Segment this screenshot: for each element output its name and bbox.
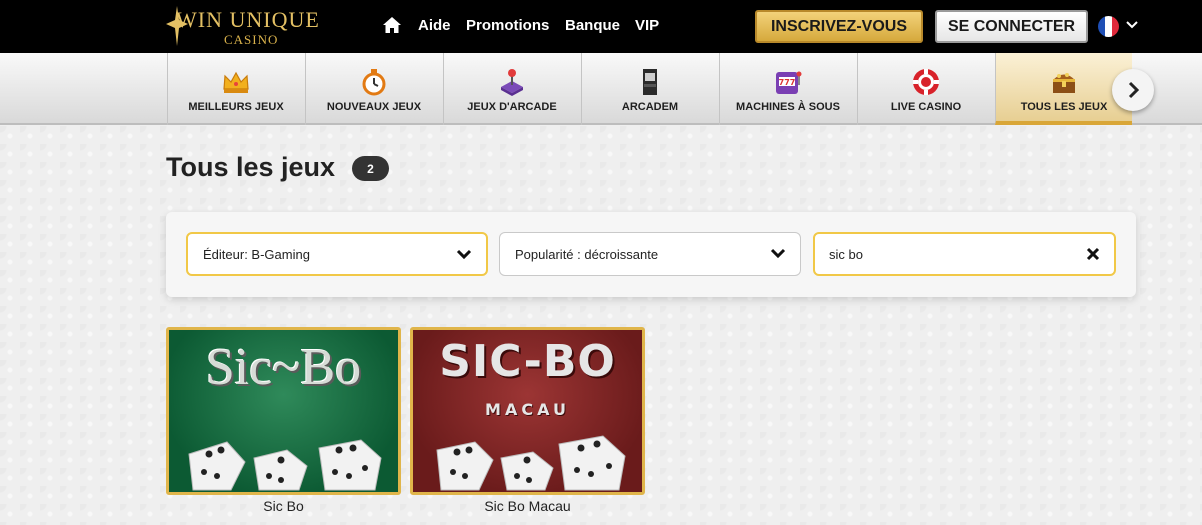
- category-live-casino[interactable]: LIVE CASINO: [857, 53, 994, 125]
- crown-icon: [223, 71, 249, 93]
- chevron-down-icon: [1126, 21, 1138, 29]
- language-selector[interactable]: [1098, 16, 1142, 38]
- slot-machine-icon: 777: [776, 71, 802, 94]
- home-icon[interactable]: [382, 15, 402, 35]
- game-card-sic-bo[interactable]: Sic~Bo Sic Bo: [166, 327, 401, 514]
- provider-filter-value: Éditeur: B-Gaming: [203, 246, 310, 262]
- game-title[interactable]: Sic Bo Macau: [410, 498, 645, 514]
- page-title: Tous les jeux: [166, 152, 336, 182]
- sort-select[interactable]: Popularité : décroissante: [499, 232, 801, 276]
- chevron-down-icon: [456, 249, 472, 260]
- category-arcade-games[interactable]: JEUX D'ARCADE: [443, 53, 580, 125]
- category-label: TOUS LES JEUX: [1020, 101, 1108, 113]
- game-title[interactable]: Sic Bo: [166, 498, 401, 514]
- casino-chip-icon: [913, 69, 939, 95]
- category-arcadem[interactable]: ARCADEM: [581, 53, 718, 125]
- treasure-chest-icon: [1053, 73, 1075, 93]
- game-thumbnail[interactable]: Sic~Bo: [166, 327, 401, 495]
- joystick-icon: [501, 69, 523, 96]
- category-label: LIVE CASINO: [890, 101, 962, 113]
- dice-icon: [436, 435, 626, 491]
- game-thumbnail[interactable]: SIC-BO MACAU: [410, 327, 645, 495]
- nav-banking-link[interactable]: Banque: [565, 17, 620, 34]
- login-button[interactable]: SE CONNECTER: [935, 10, 1088, 43]
- thumbnail-title: SIC-BO: [439, 336, 616, 387]
- nav-help-link[interactable]: Aide: [418, 17, 451, 34]
- chevron-right-icon: [1128, 81, 1140, 99]
- site-logo[interactable]: WIN UNIQUE CASINO: [166, 4, 326, 50]
- french-flag-icon: [1098, 16, 1119, 37]
- category-label: ARCADEM: [621, 101, 679, 113]
- category-top-games[interactable]: MEILLEURS JEUX: [167, 53, 304, 125]
- stopwatch-icon: [362, 69, 386, 96]
- filter-panel: Éditeur: B-Gaming Popularité : décroissa…: [166, 212, 1136, 297]
- category-label: NOUVEAUX JEUX: [326, 101, 422, 113]
- game-card-sic-bo-macau[interactable]: SIC-BO MACAU Sic Bo Macau: [410, 327, 645, 514]
- chevron-down-icon: [770, 248, 786, 259]
- top-bar: WIN UNIQUE CASINO Aide Promotions Banque…: [0, 0, 1202, 53]
- sort-value: Popularité : décroissante: [515, 246, 659, 262]
- thumbnail-title: Sic~Bo: [205, 339, 362, 396]
- svg-text:777: 777: [779, 78, 796, 87]
- game-search-input[interactable]: [829, 246, 1069, 262]
- clear-search-icon[interactable]: [1086, 247, 1100, 261]
- logo-wordmark: WIN UNIQUE: [176, 7, 320, 32]
- category-label: JEUX D'ARCADE: [467, 101, 557, 113]
- category-new-games[interactable]: NOUVEAUX JEUX: [305, 53, 442, 125]
- dice-icon: [188, 439, 382, 491]
- provider-filter-select[interactable]: Éditeur: B-Gaming: [186, 232, 488, 276]
- game-search-box: [813, 232, 1116, 276]
- arcade-cabinet-icon: [643, 69, 657, 95]
- nav-vip-link[interactable]: VIP: [635, 17, 659, 34]
- category-label: MACHINES À SOUS: [736, 101, 840, 113]
- nav-promotions-link[interactable]: Promotions: [466, 17, 549, 34]
- category-label: MEILLEURS JEUX: [188, 101, 284, 113]
- category-next-button[interactable]: [1112, 69, 1154, 111]
- logo-subtitle: CASINO: [224, 32, 279, 47]
- category-bar: MEILLEURS JEUX NOUVEAUX JEUX JEUX D'ARCA…: [0, 53, 1202, 125]
- register-button[interactable]: INSCRIVEZ-VOUS: [755, 10, 923, 43]
- game-count-badge: 2: [352, 156, 389, 181]
- category-slot-machines[interactable]: 777 MACHINES À SOUS: [719, 53, 856, 125]
